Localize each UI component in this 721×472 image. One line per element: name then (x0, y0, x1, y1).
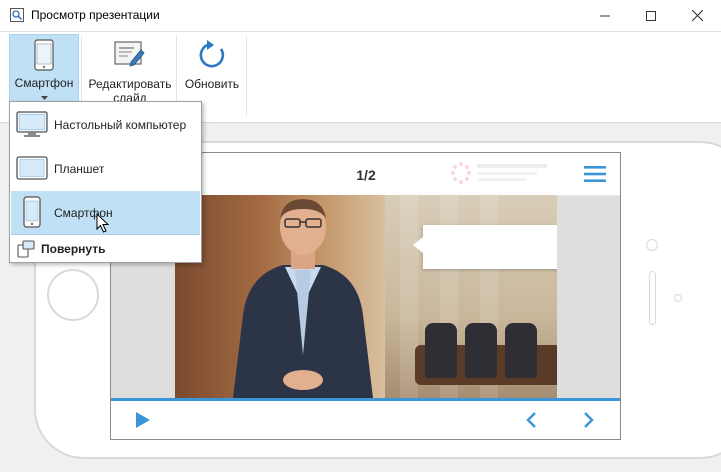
chair (505, 323, 537, 378)
close-button[interactable] (674, 0, 720, 31)
menu-item-tablet[interactable]: Планшет (11, 147, 200, 191)
phone-home-button (47, 269, 99, 321)
app-icon (10, 8, 24, 22)
refresh-button[interactable]: Обновить (181, 34, 243, 100)
edit-slide-icon (114, 41, 145, 67)
menu-separator (11, 234, 200, 235)
menu-item-desktop-label: Настольный компьютер (54, 118, 187, 132)
smartphone-icon (23, 196, 41, 228)
chevron-left-icon[interactable] (525, 411, 537, 429)
slide-counter: 1/2 (356, 167, 376, 183)
edit-slide-button[interactable]: Редактировать слайд (88, 34, 172, 105)
edit-slide-label-1: Редактировать (88, 77, 172, 91)
player-controls (111, 398, 620, 439)
video-frame (175, 195, 557, 398)
minimize-button[interactable] (582, 0, 628, 31)
mouse-cursor-icon (96, 213, 110, 233)
maximize-button[interactable] (628, 0, 674, 31)
presenter-figure (233, 199, 373, 398)
minimize-icon (600, 15, 610, 16)
chair (425, 323, 457, 378)
logo-watermark (451, 162, 547, 184)
menu-item-desktop[interactable]: Настольный компьютер (11, 103, 200, 147)
refresh-label: Обновить (184, 77, 240, 91)
chair (465, 323, 497, 378)
phone-sensor (674, 294, 682, 302)
close-icon (691, 10, 703, 21)
smartphone-icon (34, 39, 54, 71)
rotate-label: Повернуть (41, 242, 106, 256)
desktop-monitor-icon (16, 111, 48, 137)
refresh-icon (199, 40, 225, 68)
phone-speaker (649, 271, 656, 325)
hamburger-menu-icon[interactable] (584, 165, 606, 183)
device-dropdown-menu: Настольный компьютер Планшет Смартфон По… (9, 101, 202, 263)
title-bar: Просмотр презентации (0, 0, 721, 32)
chevron-right-icon[interactable] (583, 411, 595, 429)
menu-item-tablet-label: Планшет (54, 162, 105, 176)
callout-box (413, 225, 557, 269)
device-button[interactable]: Смартфон (9, 34, 79, 102)
rotate-button[interactable]: Повернуть (11, 236, 200, 261)
play-icon[interactable] (135, 411, 151, 429)
phone-camera (646, 239, 658, 251)
tablet-icon (16, 156, 48, 180)
window-title: Просмотр презентации (31, 8, 160, 22)
device-button-label: Смартфон (14, 76, 74, 90)
ribbon-separator (246, 36, 247, 116)
maximize-icon (646, 10, 656, 21)
rotate-device-icon (17, 240, 35, 258)
